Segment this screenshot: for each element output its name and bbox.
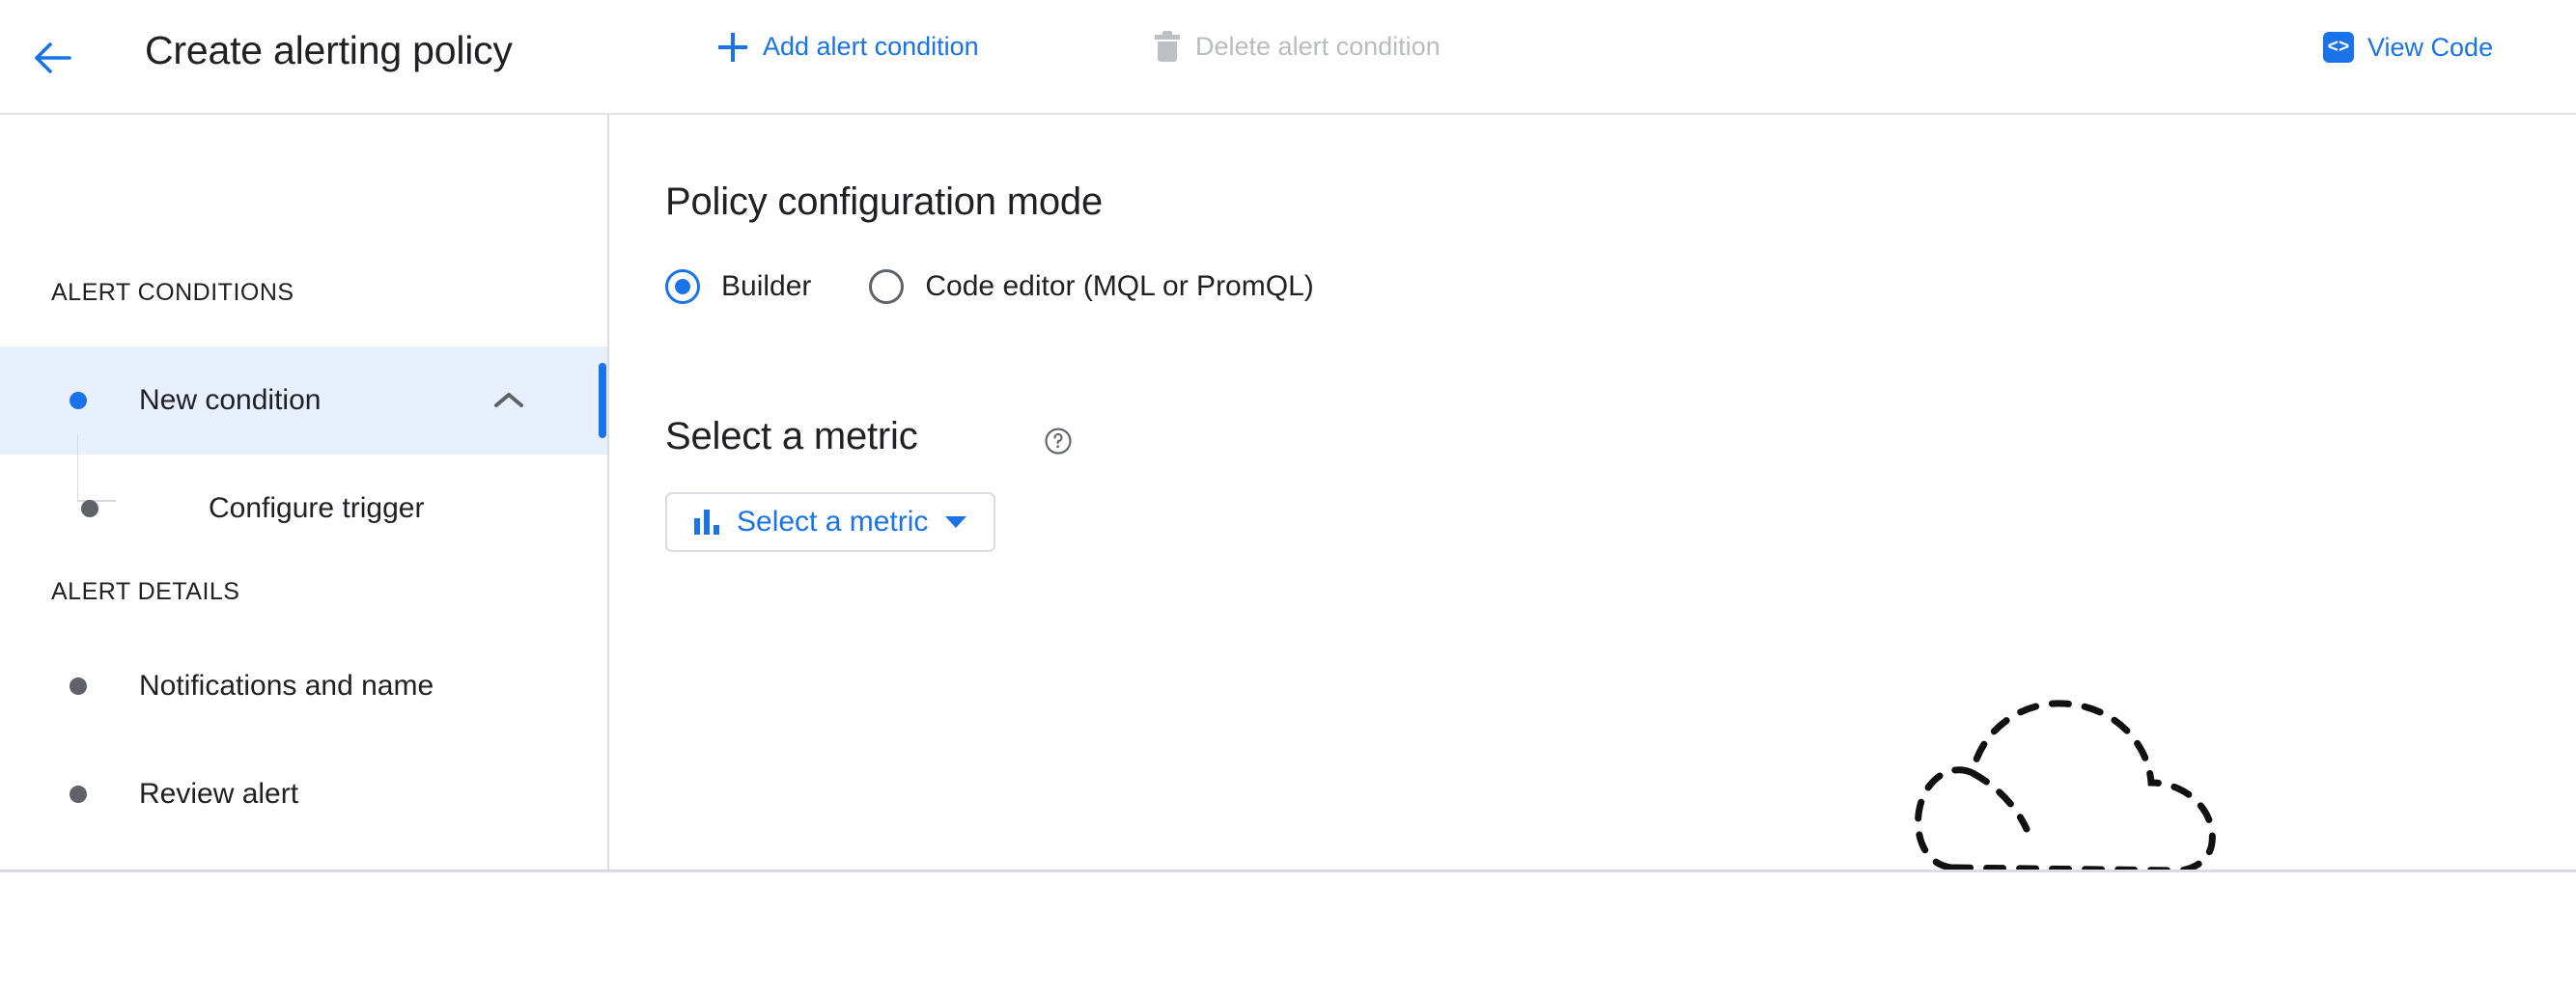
select-a-metric-button-label: Select a metric <box>737 506 929 538</box>
sidebar-item-label: Review alert <box>139 778 299 810</box>
delete-alert-condition-label: Delete alert condition <box>1195 32 1441 61</box>
bar-chart-icon <box>694 510 719 535</box>
radio-builder[interactable]: Builder <box>665 269 811 304</box>
caret-down-icon <box>945 516 967 528</box>
back-arrow-icon[interactable] <box>33 39 73 77</box>
sidebar-item-label: Notifications and name <box>139 670 434 702</box>
back-arrow-glyph <box>35 42 71 73</box>
sidebar-item-notifications-and-name[interactable]: Notifications and name <box>0 632 607 740</box>
page-title: Create alerting policy <box>145 28 513 72</box>
dashed-cloud-glyph <box>1915 700 2216 874</box>
sidebar-item-review-alert[interactable]: Review alert <box>0 740 607 848</box>
sidebar-nav: ALERT CONDITIONS New condition Configure… <box>0 115 609 870</box>
sidebar-section-alert-conditions: ALERT CONDITIONS <box>51 279 294 306</box>
add-alert-condition-button[interactable]: Add alert condition <box>718 32 979 62</box>
create-alerting-policy-page: Create alerting policy Add alert conditi… <box>0 0 2576 995</box>
policy-configuration-mode-heading: Policy configuration mode <box>665 180 1104 223</box>
trash-icon <box>1155 30 1180 62</box>
step-dot-icon <box>70 392 87 409</box>
sidebar-item-new-condition[interactable]: New condition <box>0 346 607 455</box>
plus-icon <box>718 32 747 62</box>
radio-builder-control[interactable] <box>665 269 700 304</box>
radio-builder-label: Builder <box>721 270 812 302</box>
dashed-cloud-illustration <box>1905 636 2233 877</box>
delete-alert-condition-button[interactable]: Delete alert condition <box>1155 30 1441 62</box>
view-code-label: View Code <box>2367 32 2494 62</box>
code-brackets-icon: <> <box>2323 32 2354 63</box>
add-alert-condition-label: Add alert condition <box>763 32 979 61</box>
radio-code-editor-control[interactable] <box>869 269 905 304</box>
step-dot-icon <box>81 500 98 517</box>
radio-code-editor[interactable]: Code editor (MQL or PromQL) <box>869 269 1314 304</box>
sidebar-item-label: Configure trigger <box>209 492 425 524</box>
main-content: Policy configuration mode Builder Code e… <box>611 115 2576 874</box>
select-a-metric-button[interactable]: Select a metric <box>665 492 996 552</box>
radio-code-editor-label: Code editor (MQL or PromQL) <box>925 270 1314 302</box>
sidebar-item-label: New condition <box>139 384 322 416</box>
app-header: Create alerting policy Add alert conditi… <box>0 0 2576 115</box>
help-circle-icon[interactable] <box>1044 427 1073 456</box>
step-dot-icon <box>70 786 87 803</box>
sidebar-section-alert-details: ALERT DETAILS <box>51 578 240 605</box>
active-item-indicator <box>599 363 606 438</box>
step-dot-icon <box>70 677 87 695</box>
help-circle-glyph <box>1045 428 1072 455</box>
footer-action-bar: Create Policy Provide feedback Cancel <box>0 870 2576 995</box>
chevron-up-icon[interactable] <box>492 384 525 417</box>
select-a-metric-heading: Select a metric <box>665 415 918 457</box>
sidebar-item-configure-trigger[interactable]: Configure trigger <box>0 455 607 563</box>
chevron-up-glyph <box>494 393 523 407</box>
view-code-button[interactable]: <> View Code <box>2323 32 2493 63</box>
policy-mode-radio-group: Builder Code editor (MQL or PromQL) <box>665 269 1314 304</box>
